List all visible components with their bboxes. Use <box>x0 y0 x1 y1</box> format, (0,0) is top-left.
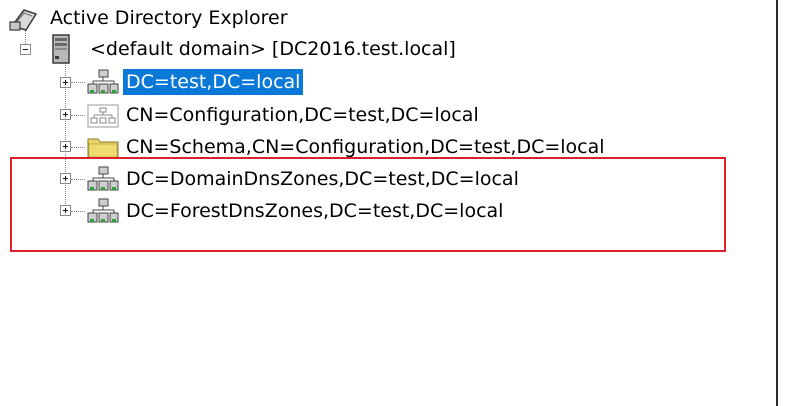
tree-root-item[interactable]: Active Directory Explorer <box>8 3 291 33</box>
tree-item-label: DC=test,DC=local <box>123 69 304 95</box>
expand-button[interactable] <box>60 77 71 88</box>
expand-button[interactable] <box>60 109 71 120</box>
tree-view[interactable]: Active Directory Explorer <default domai… <box>0 0 776 406</box>
tree-item-label: CN=Configuration,DC=test,DC=local <box>126 104 479 126</box>
tree-connector <box>71 82 85 83</box>
tree-item-server[interactable]: <default domain> [DC2016.test.local] <box>50 34 459 64</box>
tree-item-configuration[interactable]: CN=Configuration,DC=test,DC=local <box>87 100 482 130</box>
tree-root-label: Active Directory Explorer <box>50 7 288 29</box>
collapse-button[interactable] <box>20 44 31 55</box>
expand-button[interactable] <box>60 141 71 152</box>
configuration-icon <box>87 104 119 128</box>
tree-item-domain[interactable]: DC=test,DC=local <box>87 67 304 97</box>
ad-explorer-icon <box>9 9 38 31</box>
window-border <box>776 0 778 406</box>
domain-container-icon <box>87 69 119 94</box>
tree-item-label: <default domain> [DC2016.test.local] <box>90 38 456 60</box>
highlight-box <box>10 157 726 252</box>
tree-connector <box>71 115 85 116</box>
tree-connector <box>71 147 85 148</box>
server-icon <box>52 34 70 64</box>
